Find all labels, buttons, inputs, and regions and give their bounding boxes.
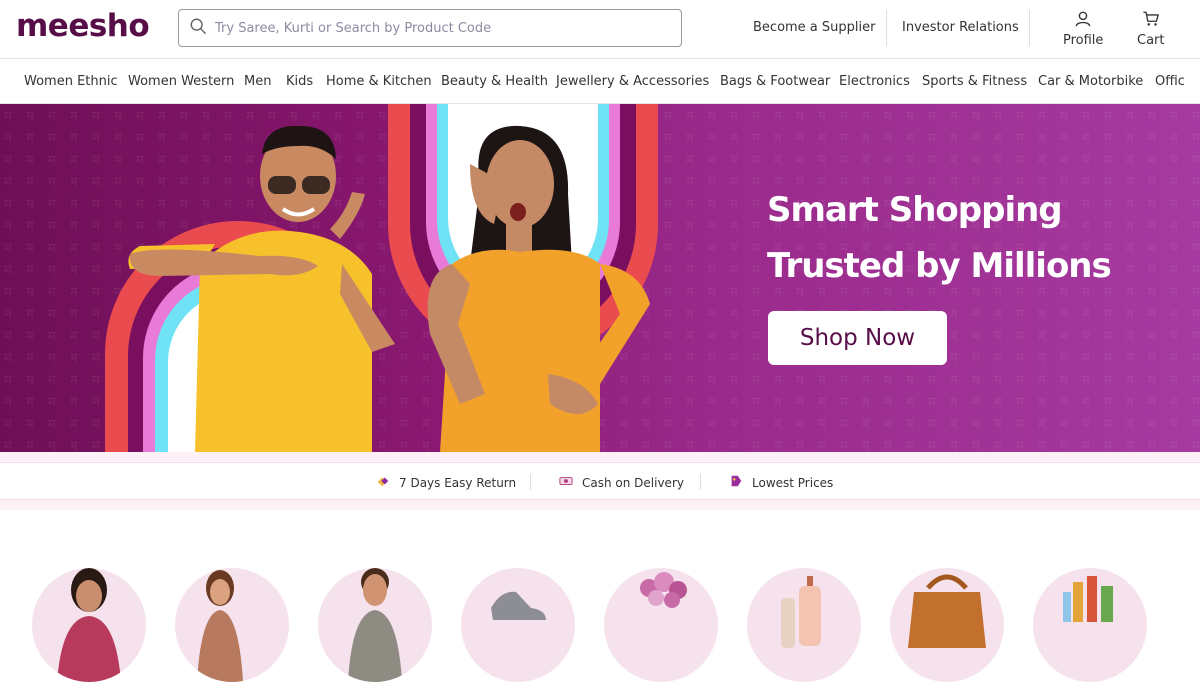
cart-icon [1142, 10, 1160, 33]
men-thumb [348, 568, 402, 682]
return-icon [376, 474, 399, 491]
category-circle-home-decor[interactable] [604, 568, 718, 682]
user-icon [1074, 10, 1092, 33]
category-beauty-health[interactable]: Beauty & Health [441, 74, 548, 89]
value-prop-easy-return: 7 Days Easy Return [376, 474, 516, 491]
category-circle-bags[interactable] [890, 568, 1004, 682]
profile-label: Profile [1063, 33, 1104, 48]
header-divider [1029, 10, 1030, 46]
value-prop-label: Cash on Delivery [582, 475, 684, 490]
category-circle-footwear[interactable] [461, 568, 575, 682]
category-women-western[interactable]: Women Western [128, 74, 234, 89]
women-western-thumb [197, 570, 243, 682]
category-circle-grocery[interactable] [1033, 568, 1147, 682]
meesho-logo[interactable]: meesho [16, 8, 150, 44]
women-ethnic-thumb [57, 568, 121, 682]
value-prop-divider [530, 474, 531, 490]
value-props-bar: 7 Days Easy Return Cash on Delivery Lowe… [0, 462, 1200, 500]
category-women-ethnic[interactable]: Women Ethnic [24, 74, 118, 89]
category-circle-beauty[interactable] [747, 568, 861, 682]
category-circle-women-ethnic[interactable] [32, 568, 146, 682]
investor-relations-link[interactable]: Investor Relations [902, 20, 1019, 35]
value-prop-cod: Cash on Delivery [559, 474, 684, 491]
cart-button[interactable]: Cart [1137, 10, 1165, 48]
cart-label: Cart [1137, 33, 1165, 48]
category-bags-footwear[interactable]: Bags & Footwear [720, 74, 830, 89]
category-men[interactable]: Men [244, 74, 271, 89]
category-home-kitchen[interactable]: Home & Kitchen [326, 74, 432, 89]
cash-icon [559, 474, 582, 491]
banner-headline-line2: Trusted by Millions [767, 246, 1112, 286]
profile-button[interactable]: Profile [1063, 10, 1103, 48]
category-circle-women-western[interactable] [175, 568, 289, 682]
value-prop-lowest-prices: Lowest Prices [729, 474, 833, 491]
price-tag-icon [729, 474, 752, 491]
value-prop-divider [700, 474, 701, 490]
category-circle-men[interactable] [318, 568, 432, 682]
value-props-strip: 7 Days Easy Return Cash on Delivery Lowe… [0, 452, 1200, 510]
search-input[interactable]: Try Saree, Kurti or Search by Product Co… [178, 9, 682, 47]
category-jewellery-accessories[interactable]: Jewellery & Accessories [556, 74, 709, 89]
hero-banner[interactable]: म [0, 104, 1200, 452]
search-placeholder: Try Saree, Kurti or Search by Product Co… [215, 20, 492, 36]
category-kids[interactable]: Kids [286, 74, 313, 89]
home-decor-thumb [640, 572, 687, 608]
top-header: meesho Try Saree, Kurti or Search by Pro… [0, 0, 1200, 58]
category-sports-fitness[interactable]: Sports & Fitness [922, 74, 1027, 89]
category-circles-row [0, 510, 1200, 682]
search-icon [189, 17, 207, 39]
value-prop-label: Lowest Prices [752, 475, 834, 490]
category-car-motorbike[interactable]: Car & Motorbike [1038, 74, 1143, 89]
value-prop-label: 7 Days Easy Return [399, 475, 517, 490]
banner-headline-line1: Smart Shopping [767, 190, 1063, 230]
footwear-thumb [491, 591, 546, 620]
category-nav: Women Ethnic Women Western Men Kids Home… [0, 58, 1200, 104]
beauty-thumb [781, 576, 821, 648]
grocery-thumb [1063, 576, 1113, 622]
header-divider [886, 10, 887, 46]
shop-now-button[interactable]: Shop Now [768, 311, 947, 365]
become-supplier-link[interactable]: Become a Supplier [753, 20, 875, 35]
category-electronics[interactable]: Electronics [839, 74, 910, 89]
category-office[interactable]: Offic [1155, 74, 1185, 89]
bags-thumb [908, 574, 986, 648]
